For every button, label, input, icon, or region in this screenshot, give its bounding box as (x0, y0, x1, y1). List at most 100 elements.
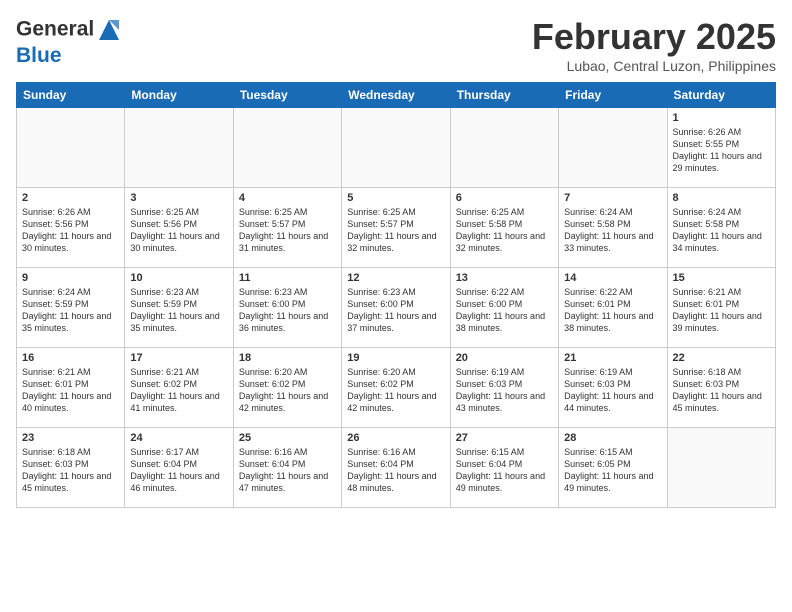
day-info: Sunrise: 6:19 AM Sunset: 6:03 PM Dayligh… (564, 366, 661, 415)
day-number: 20 (456, 352, 553, 364)
day-number: 13 (456, 272, 553, 284)
calendar-cell: 19 Sunrise: 6:20 AM Sunset: 6:02 PM Dayli… (342, 348, 450, 428)
page-header: General Blue February 2025 Lubao, Centra… (16, 16, 776, 74)
weekday-header: Wednesday (342, 83, 450, 108)
calendar-cell: 10 Sunrise: 6:23 AM Sunset: 5:59 PM Dayli… (125, 268, 233, 348)
calendar-cell (342, 108, 450, 188)
calendar-cell: 28 Sunrise: 6:15 AM Sunset: 6:05 PM Dayli… (559, 428, 667, 508)
logo-general: General (16, 18, 94, 41)
day-number: 14 (564, 272, 661, 284)
day-number: 22 (673, 352, 770, 364)
calendar-week-row: 23Sunrise: 6:18 AM Sunset: 6:03 PM Dayli… (17, 428, 776, 508)
day-info: Sunrise: 6:23 AM Sunset: 6:00 PM Dayligh… (239, 286, 336, 335)
day-info: Sunrise: 6:15 AM Sunset: 6:04 PM Dayligh… (456, 446, 553, 495)
day-info: Sunrise: 6:21 AM Sunset: 6:02 PM Dayligh… (130, 366, 227, 415)
day-number: 6 (456, 192, 553, 204)
calendar-cell: 2 Sunrise: 6:26 AM Sunset: 5:56 PM Daylig… (17, 188, 125, 268)
day-number: 12 (347, 272, 444, 284)
logo: General Blue (16, 16, 124, 68)
calendar-cell: 20 Sunrise: 6:19 AM Sunset: 6:03 PM Dayli… (450, 348, 558, 428)
day-number: 1 (673, 112, 770, 124)
day-number: 16 (22, 352, 119, 364)
day-number: 18 (239, 352, 336, 364)
weekday-header: Friday (559, 83, 667, 108)
day-info: Sunrise: 6:23 AM Sunset: 6:00 PM Dayligh… (347, 286, 444, 335)
weekday-header: Tuesday (233, 83, 341, 108)
day-number: 7 (564, 192, 661, 204)
weekday-header: Thursday (450, 83, 558, 108)
day-info: Sunrise: 6:24 AM Sunset: 5:59 PM Dayligh… (22, 286, 119, 335)
day-info: Sunrise: 6:16 AM Sunset: 6:04 PM Dayligh… (347, 446, 444, 495)
logo-blue: Blue (16, 44, 62, 67)
calendar-cell (559, 108, 667, 188)
day-info: Sunrise: 6:25 AM Sunset: 5:58 PM Dayligh… (456, 206, 553, 255)
day-number: 17 (130, 352, 227, 364)
calendar-cell: 22 Sunrise: 6:18 AM Sunset: 6:03 PM Dayli… (667, 348, 775, 428)
day-number: 21 (564, 352, 661, 364)
day-info: Sunrise: 6:19 AM Sunset: 6:03 PM Dayligh… (456, 366, 553, 415)
day-number: 25 (239, 432, 336, 444)
calendar-cell: 13 Sunrise: 6:22 AM Sunset: 6:00 PM Dayli… (450, 268, 558, 348)
calendar-cell: 23Sunrise: 6:18 AM Sunset: 6:03 PM Dayli… (17, 428, 125, 508)
day-number: 4 (239, 192, 336, 204)
title-block: February 2025 Lubao, Central Luzon, Phil… (532, 16, 776, 74)
day-info: Sunrise: 6:16 AM Sunset: 6:04 PM Dayligh… (239, 446, 336, 495)
day-info: Sunrise: 6:15 AM Sunset: 6:05 PM Dayligh… (564, 446, 661, 495)
day-number: 15 (673, 272, 770, 284)
calendar-cell: 4 Sunrise: 6:25 AM Sunset: 5:57 PM Daylig… (233, 188, 341, 268)
day-info: Sunrise: 6:22 AM Sunset: 6:00 PM Dayligh… (456, 286, 553, 335)
day-info: Sunrise: 6:26 AM Sunset: 5:56 PM Dayligh… (22, 206, 119, 255)
calendar-cell: 27Sunrise: 6:15 AM Sunset: 6:04 PM Dayli… (450, 428, 558, 508)
calendar-cell: 1Sunrise: 6:26 AM Sunset: 5:55 PM Daylig… (667, 108, 775, 188)
weekday-header: Saturday (667, 83, 775, 108)
day-info: Sunrise: 6:18 AM Sunset: 6:03 PM Dayligh… (673, 366, 770, 415)
calendar-cell: 18 Sunrise: 6:20 AM Sunset: 6:02 PM Dayli… (233, 348, 341, 428)
calendar-cell: 8 Sunrise: 6:24 AM Sunset: 5:58 PM Daylig… (667, 188, 775, 268)
calendar-cell: 25 Sunrise: 6:16 AM Sunset: 6:04 PM Dayli… (233, 428, 341, 508)
day-info: Sunrise: 6:20 AM Sunset: 6:02 PM Dayligh… (239, 366, 336, 415)
calendar-cell: 6 Sunrise: 6:25 AM Sunset: 5:58 PM Daylig… (450, 188, 558, 268)
calendar-cell: 24 Sunrise: 6:17 AM Sunset: 6:04 PM Dayli… (125, 428, 233, 508)
weekday-header: Monday (125, 83, 233, 108)
day-info: Sunrise: 6:23 AM Sunset: 5:59 PM Dayligh… (130, 286, 227, 335)
month-title: February 2025 (532, 16, 776, 58)
day-info: Sunrise: 6:22 AM Sunset: 6:01 PM Dayligh… (564, 286, 661, 335)
day-number: 8 (673, 192, 770, 204)
calendar-cell: 12 Sunrise: 6:23 AM Sunset: 6:00 PM Dayli… (342, 268, 450, 348)
day-number: 24 (130, 432, 227, 444)
calendar-cell: 14 Sunrise: 6:22 AM Sunset: 6:01 PM Dayli… (559, 268, 667, 348)
calendar-cell: 5Sunrise: 6:25 AM Sunset: 5:57 PM Daylig… (342, 188, 450, 268)
calendar-cell: 15Sunrise: 6:21 AM Sunset: 6:01 PM Dayli… (667, 268, 775, 348)
day-number: 26 (347, 432, 444, 444)
calendar-week-row: 2 Sunrise: 6:26 AM Sunset: 5:56 PM Daylig… (17, 188, 776, 268)
calendar-cell: 9Sunrise: 6:24 AM Sunset: 5:59 PM Daylig… (17, 268, 125, 348)
day-info: Sunrise: 6:24 AM Sunset: 5:58 PM Dayligh… (564, 206, 661, 255)
calendar-cell (17, 108, 125, 188)
day-info: Sunrise: 6:17 AM Sunset: 6:04 PM Dayligh… (130, 446, 227, 495)
day-number: 28 (564, 432, 661, 444)
day-info: Sunrise: 6:20 AM Sunset: 6:02 PM Dayligh… (347, 366, 444, 415)
weekday-header: Sunday (17, 83, 125, 108)
day-info: Sunrise: 6:21 AM Sunset: 6:01 PM Dayligh… (22, 366, 119, 415)
calendar-cell: 21 Sunrise: 6:19 AM Sunset: 6:03 PM Dayli… (559, 348, 667, 428)
day-info: Sunrise: 6:18 AM Sunset: 6:03 PM Dayligh… (22, 446, 119, 495)
calendar-cell (125, 108, 233, 188)
day-number: 11 (239, 272, 336, 284)
day-number: 2 (22, 192, 119, 204)
calendar-cell (667, 428, 775, 508)
calendar-cell: 3Sunrise: 6:25 AM Sunset: 5:56 PM Daylig… (125, 188, 233, 268)
day-info: Sunrise: 6:24 AM Sunset: 5:58 PM Dayligh… (673, 206, 770, 255)
calendar-cell (233, 108, 341, 188)
calendar-week-row: 1Sunrise: 6:26 AM Sunset: 5:55 PM Daylig… (17, 108, 776, 188)
day-number: 3 (130, 192, 227, 204)
day-number: 10 (130, 272, 227, 284)
location: Lubao, Central Luzon, Philippines (532, 58, 776, 74)
calendar-week-row: 16 Sunrise: 6:21 AM Sunset: 6:01 PM Dayli… (17, 348, 776, 428)
day-info: Sunrise: 6:25 AM Sunset: 5:57 PM Dayligh… (239, 206, 336, 255)
calendar-cell (450, 108, 558, 188)
calendar-header-row: SundayMondayTuesdayWednesdayThursdayFrid… (17, 83, 776, 108)
calendar-table: SundayMondayTuesdayWednesdayThursdayFrid… (16, 82, 776, 508)
calendar-cell: 17 Sunrise: 6:21 AM Sunset: 6:02 PM Dayli… (125, 348, 233, 428)
day-number: 19 (347, 352, 444, 364)
calendar-week-row: 9Sunrise: 6:24 AM Sunset: 5:59 PM Daylig… (17, 268, 776, 348)
